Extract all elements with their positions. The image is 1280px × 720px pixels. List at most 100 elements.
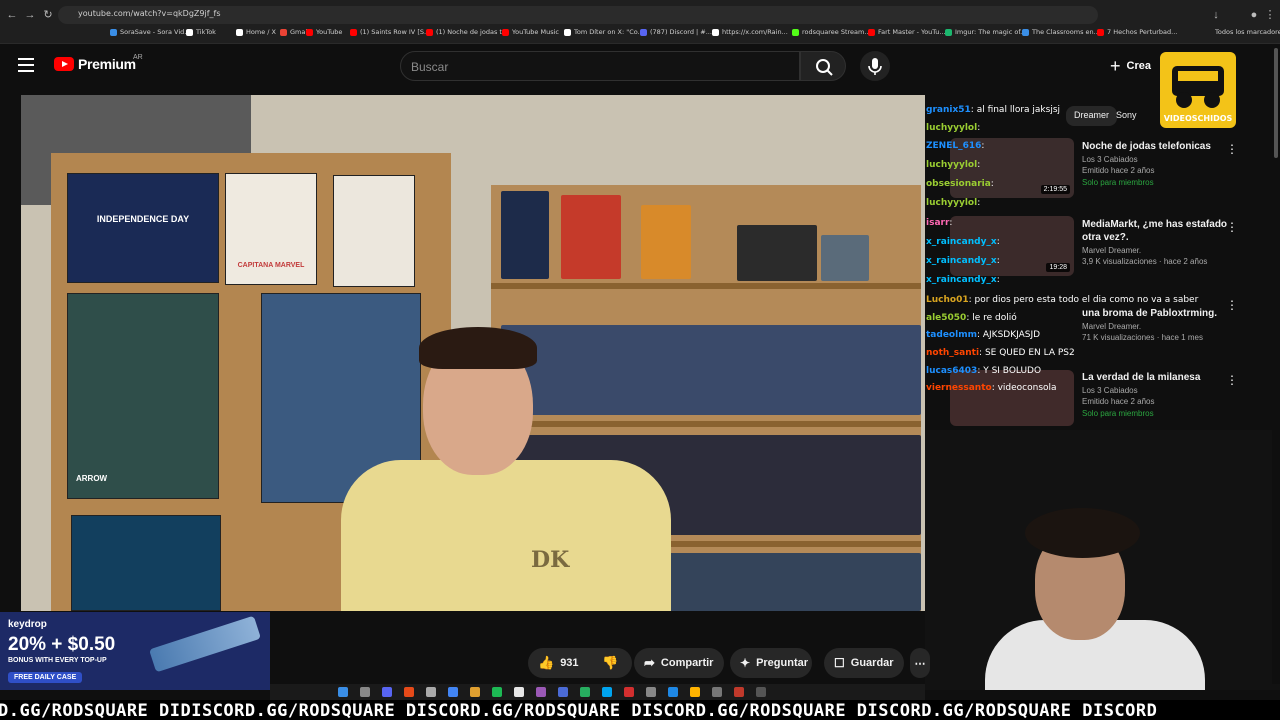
search-button[interactable] — [800, 51, 846, 81]
bookmark-item[interactable]: Gmail — [280, 28, 309, 36]
rec-title[interactable]: MediaMarkt, ¿me has estafado otra vez?. — [1082, 218, 1242, 244]
chat-username[interactable]: Lucho01 — [926, 295, 969, 305]
bookmark-item[interactable]: YouTube — [306, 28, 342, 36]
taskbar-app-icon[interactable] — [712, 687, 722, 697]
save-button[interactable]: ☐ Guardar — [824, 648, 904, 678]
chat-username[interactable]: x_raincandy_x — [926, 256, 997, 266]
bookmarks-folder[interactable]: Todos los marcadores — [1215, 28, 1280, 36]
rec-title[interactable]: La verdad de la milanesa — [1082, 371, 1242, 384]
chat-username[interactable]: ZENEL_616 — [926, 141, 981, 151]
taskbar-app-icon[interactable] — [580, 687, 590, 697]
bookmark-item[interactable]: Fart Master - YouTu... — [868, 28, 946, 36]
recommendation-item[interactable]: La verdad de la milanesa Los 3 Cabiados … — [1082, 371, 1242, 418]
chat-username[interactable]: x_raincandy_x — [926, 237, 997, 247]
more-dots-icon: ⋯ — [914, 657, 926, 670]
chat-username[interactable]: luchyyylol — [926, 160, 977, 170]
taskbar-app-icon[interactable] — [756, 687, 766, 697]
more-options-icon[interactable]: ⋮ — [1226, 298, 1238, 312]
chat-username[interactable]: tadeolmm — [926, 330, 977, 340]
rec-channel[interactable]: Marvel Dreamer. — [1082, 322, 1242, 331]
scroll-thumb[interactable] — [1274, 48, 1278, 158]
bookmark-item[interactable]: (1) Noche de jodas t... — [426, 28, 508, 36]
more-options-icon[interactable]: ⋮ — [1226, 373, 1238, 387]
search-input[interactable] — [411, 58, 791, 76]
bookmark-item[interactable]: (1) Saints Row IV [S... — [350, 28, 430, 36]
ask-button[interactable]: ✦ Preguntar — [730, 648, 812, 678]
chat-username[interactable]: x_raincandy_x — [926, 275, 997, 285]
bookmark-item[interactable]: TikTok — [186, 28, 216, 36]
more-options-icon[interactable]: ⋮ — [1226, 142, 1238, 156]
search-box[interactable] — [400, 51, 800, 81]
share-button[interactable]: ➦ Compartir — [634, 648, 724, 678]
rec-channel[interactable]: Marvel Dreamer. — [1082, 246, 1242, 255]
chat-username[interactable]: granix51 — [926, 105, 971, 115]
download-icon[interactable]: ↓ — [1210, 9, 1222, 21]
taskbar-app-icon[interactable] — [734, 687, 744, 697]
forward-icon[interactable]: → — [24, 9, 36, 21]
chat-username[interactable]: luchyyylol — [926, 198, 977, 208]
taskbar-app-icon[interactable] — [448, 687, 458, 697]
recommendation-item[interactable]: Noche de jodas telefonicas Los 3 Cabiado… — [1082, 140, 1242, 187]
bookmark-favicon-icon — [306, 28, 313, 36]
bookmark-item[interactable]: Imgur: The magic of... — [945, 28, 1026, 36]
bookmark-item[interactable]: https://x.com/Rain... — [712, 28, 788, 36]
bookmark-item[interactable]: Tom Díter on X: "Co... — [564, 28, 644, 36]
taskbar-app-icon[interactable] — [690, 687, 700, 697]
chat-message: obsesionaria: — [926, 179, 994, 189]
profile-avatar-icon[interactable]: ● — [1248, 9, 1260, 21]
taskbar-app-icon[interactable] — [536, 687, 546, 697]
bookmark-item[interactable]: 7 Hechos Perturbad... — [1097, 28, 1177, 36]
reload-icon[interactable]: ↻ — [42, 9, 54, 21]
bookmark-favicon-icon — [640, 28, 647, 36]
bookmark-item[interactable]: The Classrooms en... — [1022, 28, 1100, 36]
taskbar-app-icon[interactable] — [470, 687, 480, 697]
chat-username[interactable]: noth_santi — [926, 348, 979, 358]
chip-sony[interactable]: Sony — [1108, 106, 1145, 126]
more-actions-button[interactable]: ⋯ — [910, 648, 930, 678]
rec-title[interactable]: una broma de Pabloxtrming. — [1082, 307, 1242, 320]
recommendation-item[interactable]: MediaMarkt, ¿me has estafado otra vez?. … — [1082, 218, 1242, 266]
taskbar-app-icon[interactable] — [492, 687, 502, 697]
bookmark-item[interactable]: Home / X — [236, 28, 276, 36]
menu-dots-icon[interactable]: ⋮ — [1264, 9, 1276, 21]
taskbar-app-icon[interactable] — [360, 687, 370, 697]
chat-username[interactable]: lucas6403 — [926, 366, 977, 376]
bookmark-item[interactable]: SoraSave - Sora Vid... — [110, 28, 190, 36]
voice-search-button[interactable] — [860, 51, 890, 81]
chat-username[interactable]: obsesionaria — [926, 179, 991, 189]
back-icon[interactable]: ← — [6, 9, 18, 21]
taskbar-app-icon[interactable] — [602, 687, 612, 697]
taskbar-app-icon[interactable] — [426, 687, 436, 697]
rec-channel[interactable]: Los 3 Cabiados — [1082, 155, 1242, 164]
url-bar[interactable]: youtube.com/watch?v=qkDgZ9jf_fs — [58, 6, 1098, 24]
thumbs-up-icon: 👍 — [538, 655, 555, 670]
chat-username[interactable]: viernessanto — [926, 383, 992, 393]
youtube-logo[interactable]: Premium — [54, 56, 136, 72]
video-player[interactable]: INDEPENDENCE DAY CAPITANA MARVEL ARROW D… — [21, 95, 925, 611]
taskbar-app-icon[interactable] — [624, 687, 634, 697]
chat-username[interactable]: ale5050 — [926, 313, 966, 323]
chat-username[interactable]: isarr — [926, 218, 949, 228]
taskbar-app-icon[interactable] — [382, 687, 392, 697]
chat-username[interactable]: luchyyylol — [926, 123, 977, 133]
rec-channel[interactable]: Los 3 Cabiados — [1082, 386, 1242, 395]
taskbar-app-icon[interactable] — [338, 687, 348, 697]
bookmark-item[interactable]: (787) Discord | #... — [640, 28, 712, 36]
taskbar-app-icon[interactable] — [404, 687, 414, 697]
menu-icon[interactable] — [18, 58, 34, 72]
dislike-button[interactable]: 👎 — [592, 648, 632, 678]
more-options-icon[interactable]: ⋮ — [1226, 220, 1238, 234]
create-button[interactable]: + Crea — [1110, 53, 1151, 79]
taskbar-app-icon[interactable] — [514, 687, 524, 697]
bookmark-label: YouTube — [316, 28, 343, 36]
url-text[interactable]: youtube.com/watch?v=qkDgZ9jf_fs — [78, 9, 221, 18]
taskbar-app-icon[interactable] — [558, 687, 568, 697]
keydrop-ad[interactable]: keydrop 20% + $0.50 BONUS WITH EVERY TOP… — [0, 612, 270, 690]
taskbar-app-icon[interactable] — [668, 687, 678, 697]
taskbar-app-icon[interactable] — [646, 687, 656, 697]
ad-cta[interactable]: FREE DAILY CASE — [8, 672, 83, 683]
bookmark-item[interactable]: rodsquaree Stream... — [792, 28, 871, 36]
rec-title[interactable]: Noche de jodas telefonicas — [1082, 140, 1242, 153]
page-scrollbar[interactable] — [1272, 44, 1280, 684]
bookmark-item[interactable]: YouTube Music — [502, 28, 559, 36]
